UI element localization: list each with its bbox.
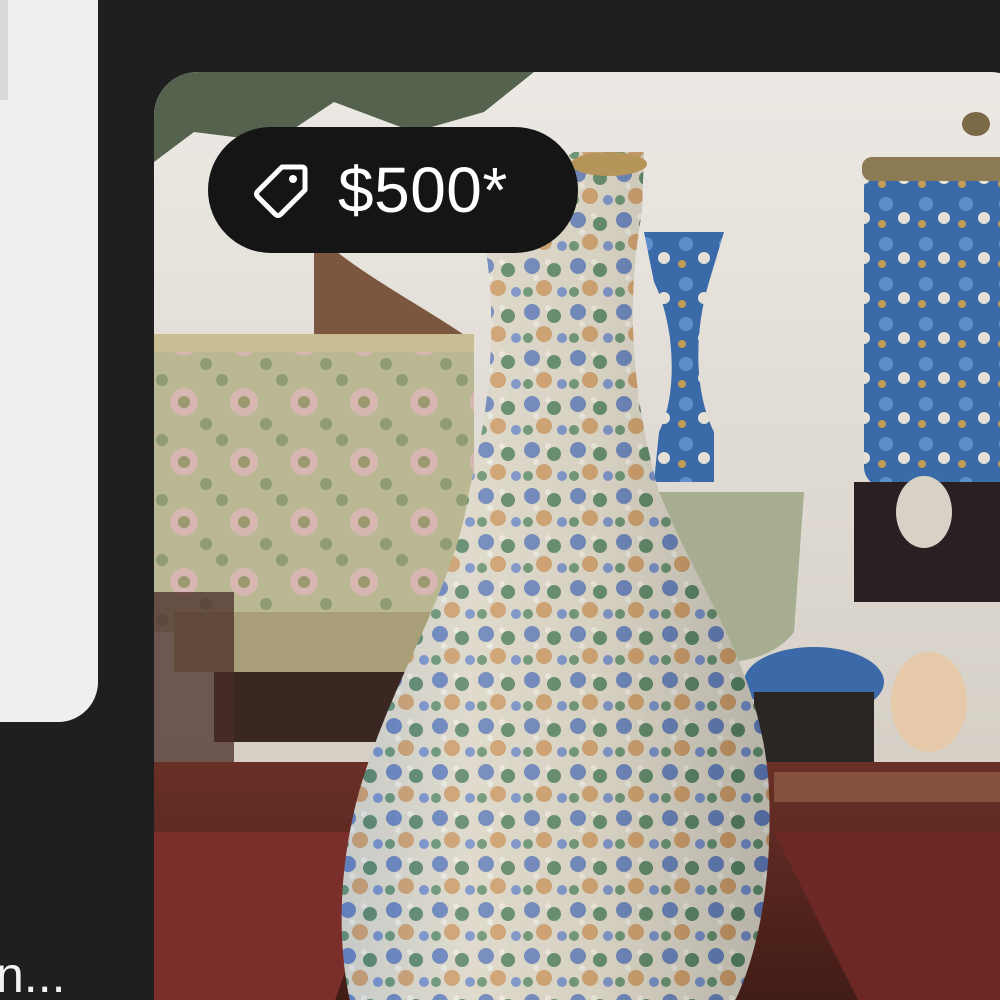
previous-listing-card[interactable] (0, 0, 98, 722)
previous-listing-title[interactable]: n... (0, 945, 65, 1000)
price-badge[interactable]: $500* (208, 127, 578, 253)
screen: n... $500* (0, 0, 1000, 1000)
price-tag-icon (254, 164, 308, 218)
card-divider (0, 0, 8, 100)
price-label: $500* (338, 154, 508, 226)
